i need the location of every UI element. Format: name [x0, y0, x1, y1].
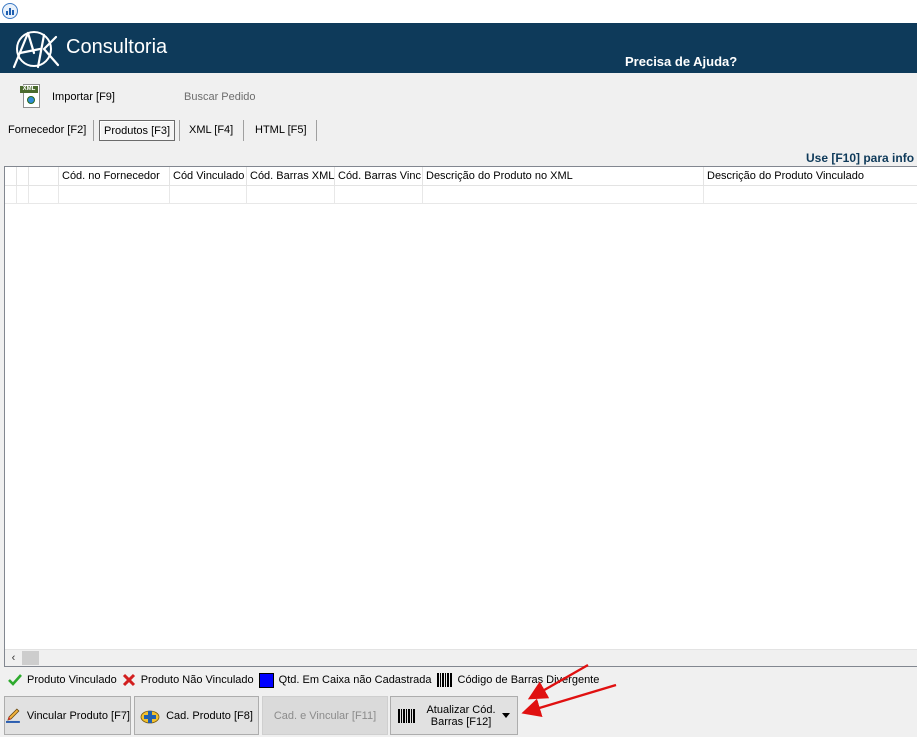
afk-logo-icon	[12, 31, 60, 69]
scroll-left-arrow-icon[interactable]: ‹	[5, 650, 22, 666]
cad-produto-button[interactable]: Cad. Produto [F8]	[134, 696, 259, 735]
box-add-icon	[140, 710, 160, 723]
atualizar-label-line1: Atualizar Cód.	[426, 703, 496, 716]
title-bar	[0, 0, 917, 23]
horizontal-scrollbar[interactable]: ‹	[5, 649, 917, 666]
help-link[interactable]: Precisa de Ajuda?	[625, 54, 737, 69]
f10-hint: Use [F10] para info	[806, 151, 915, 165]
cross-icon	[122, 673, 135, 687]
column-header[interactable]	[17, 167, 29, 186]
tab-produtos[interactable]: Produtos [F3]	[99, 120, 176, 141]
app-chart-icon[interactable]	[2, 3, 18, 19]
table-cell	[5, 186, 17, 204]
xml-file-icon: XML	[20, 84, 42, 110]
column-header[interactable]	[5, 167, 17, 186]
tab-separator	[316, 120, 317, 141]
tab-separator	[179, 120, 180, 141]
check-icon	[8, 674, 22, 686]
column-header[interactable]	[29, 167, 59, 186]
cad-produto-label: Cad. Produto [F8]	[166, 709, 253, 722]
cad-e-vincular-label: Cad. e Vincular [F11]	[273, 709, 377, 722]
logo-text: Consultoria	[66, 36, 168, 58]
status-legend: Produto Vinculado Produto Não Vinculado …	[8, 671, 604, 689]
atualizar-cod-barras-button[interactable]: Atualizar Cód. Barras [F12]	[390, 696, 518, 735]
dropdown-caret-icon[interactable]	[501, 713, 510, 718]
barcode-icon	[436, 673, 452, 687]
import-label: Importar [F9]	[52, 91, 115, 103]
column-header-cod-vinculado[interactable]: Cód Vinculado	[170, 167, 247, 186]
column-header-descricao-xml[interactable]: Descrição do Produto no XML	[423, 167, 704, 186]
import-button[interactable]: XML Importar [F9]	[20, 84, 115, 110]
cad-e-vincular-button[interactable]: Cad. e Vincular [F11]	[262, 696, 388, 735]
header-banner: Consultoria Precisa de Ajuda?	[0, 23, 917, 73]
legend-label: Código de Barras Divergente	[457, 674, 600, 686]
table-cell	[59, 186, 170, 204]
app-window: Consultoria Precisa de Ajuda? XML Import…	[0, 0, 917, 737]
tab-html[interactable]: HTML [F5]	[255, 120, 307, 141]
table-cell	[17, 186, 29, 204]
tab-fornecedor[interactable]: Fornecedor [F2]	[8, 120, 86, 141]
barcode-icon	[398, 708, 416, 723]
table-cell	[170, 186, 247, 204]
legend-item-barras-divergente: Código de Barras Divergente	[436, 673, 600, 687]
pencil-icon	[5, 708, 20, 723]
tab-separator	[93, 120, 94, 141]
search-order-button[interactable]: Buscar Pedido	[184, 91, 256, 103]
tab-xml[interactable]: XML [F4]	[189, 120, 233, 141]
column-header-cod-barras-vinc[interactable]: Cód. Barras Vinc.	[335, 167, 423, 186]
column-header-cod-fornecedor[interactable]: Cód. no Fornecedor	[59, 167, 170, 186]
atualizar-label-line2: Barras [F12]	[430, 715, 492, 728]
atualizar-label: Atualizar Cód. Barras [F12]	[426, 704, 495, 728]
annotation-arrow	[521, 683, 617, 718]
column-header-cod-barras-xml[interactable]: Cód. Barras XML	[247, 167, 335, 186]
scrollbar-thumb[interactable]	[22, 651, 39, 665]
table-cell	[29, 186, 59, 204]
grid-header: Cód. no Fornecedor Cód Vinculado Cód. Ba…	[5, 167, 917, 186]
legend-item-nao-vinculado: Produto Não Vinculado	[122, 673, 254, 687]
tab-separator	[243, 120, 244, 141]
vincular-label: Vincular Produto [F7]	[26, 709, 130, 722]
products-grid[interactable]: Cód. no Fornecedor Cód Vinculado Cód. Ba…	[4, 166, 917, 667]
legend-label: Produto Não Vinculado	[140, 674, 254, 686]
legend-item-qtd-caixa: Qtd. Em Caixa não Cadastrada	[258, 672, 432, 688]
blue-square-icon	[258, 672, 274, 688]
legend-label: Produto Vinculado	[27, 674, 117, 686]
table-row[interactable]	[5, 186, 917, 204]
table-cell	[423, 186, 704, 204]
table-cell	[335, 186, 423, 204]
legend-item-vinculado: Produto Vinculado	[8, 673, 117, 687]
vincular-produto-button[interactable]: Vincular Produto [F7]	[4, 696, 131, 735]
table-cell	[247, 186, 335, 204]
column-header-descricao-vinculado[interactable]: Descrição do Produto Vinculado	[704, 167, 917, 186]
legend-label: Qtd. Em Caixa não Cadastrada	[278, 674, 432, 686]
